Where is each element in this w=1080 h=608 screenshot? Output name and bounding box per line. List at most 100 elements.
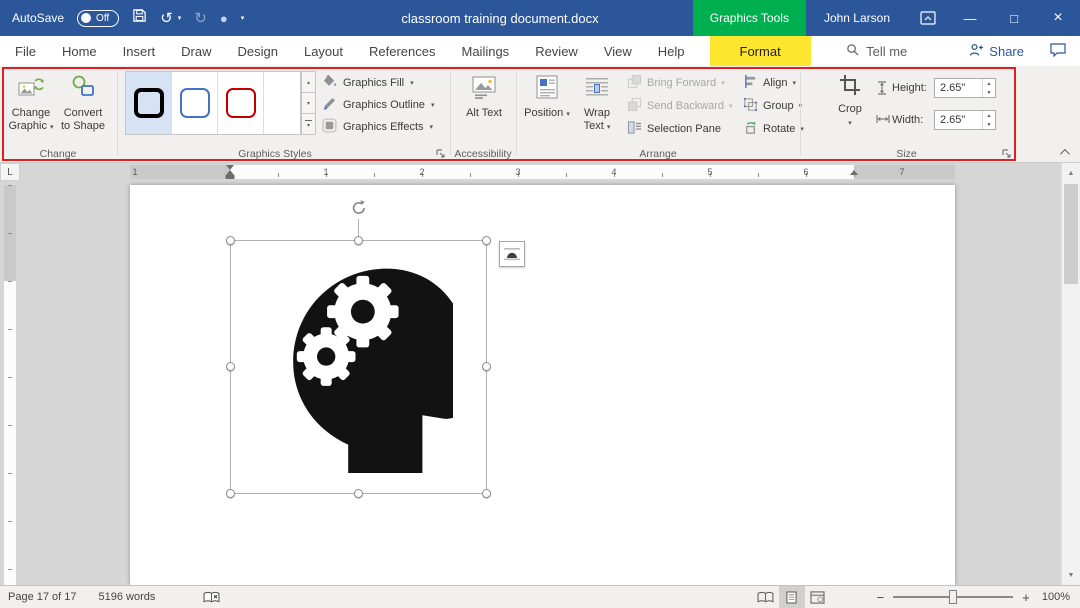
- width-spin-up-icon[interactable]: ▲: [983, 111, 995, 120]
- document-title: classroom training document.docx: [401, 11, 599, 26]
- zoom-slider-thumb[interactable]: [949, 590, 958, 604]
- rotate-button[interactable]: Rotate ▾: [740, 118, 807, 139]
- tell-me-button[interactable]: Tell me: [846, 43, 907, 59]
- collapse-ribbon-button[interactable]: [1052, 144, 1074, 161]
- contextual-tab-graphics-tools[interactable]: Graphics Tools: [692, 0, 806, 36]
- tab-review[interactable]: Review: [522, 36, 591, 66]
- gallery-scroll-up-button[interactable]: ▴: [301, 71, 316, 93]
- tab-home[interactable]: Home: [49, 36, 110, 66]
- crop-icon: [839, 74, 861, 100]
- graphics-style-thumbnail-2[interactable]: [172, 72, 218, 134]
- resize-handle-middle-left[interactable]: [226, 362, 235, 371]
- comments-icon[interactable]: [1050, 42, 1066, 60]
- gallery-more-button[interactable]: ▾: [301, 114, 316, 135]
- undo-icon[interactable]: ↺: [160, 11, 173, 26]
- scroll-up-icon[interactable]: ▲: [1062, 165, 1080, 181]
- scroll-down-icon[interactable]: ▼: [1062, 567, 1080, 583]
- web-layout-button[interactable]: [805, 586, 831, 608]
- right-indent-marker[interactable]: [850, 170, 858, 175]
- bring-forward-button[interactable]: Bring Forward ▾: [624, 72, 728, 93]
- minimize-button[interactable]: —: [948, 0, 992, 36]
- rotate-handle-icon[interactable]: [350, 199, 368, 217]
- change-graphic-button[interactable]: Change Graphic ▾: [6, 70, 56, 148]
- height-spin-down-icon[interactable]: ▼: [983, 88, 995, 97]
- crop-dropdown-icon: ▾: [848, 120, 852, 127]
- save-icon[interactable]: [132, 8, 147, 28]
- graphics-fill-button[interactable]: Graphics Fill ▾: [322, 72, 448, 93]
- user-name[interactable]: John Larson: [806, 11, 908, 25]
- tab-stop-selector[interactable]: L: [0, 163, 20, 181]
- zoom-level[interactable]: 100%: [1042, 591, 1070, 603]
- bring-forward-icon: [627, 74, 642, 92]
- tab-layout[interactable]: Layout: [291, 36, 356, 66]
- tab-draw[interactable]: Draw: [168, 36, 224, 66]
- resize-handle-bottom-middle[interactable]: [353, 489, 363, 498]
- page-indicator[interactable]: Page 17 of 17: [8, 591, 77, 603]
- graphics-styles-dialog-launcher-icon[interactable]: [434, 147, 447, 160]
- redo-icon[interactable]: ↻: [194, 11, 207, 26]
- width-spin-down-icon[interactable]: ▼: [983, 120, 995, 129]
- word-count[interactable]: 5196 words: [99, 591, 156, 603]
- resize-handle-top-left[interactable]: [226, 236, 235, 245]
- vertical-scrollbar[interactable]: ▲ ▼: [1061, 163, 1080, 585]
- alt-text-button[interactable]: Alt Text: [458, 70, 510, 148]
- undo-dropdown-icon[interactable]: ▾: [178, 14, 182, 22]
- tab-insert[interactable]: Insert: [110, 36, 169, 66]
- wrap-text-button[interactable]: Wrap Text ▾: [574, 70, 620, 148]
- touch-mode-icon[interactable]: ●: [220, 12, 228, 25]
- send-backward-button[interactable]: Send Backward ▾: [624, 95, 736, 116]
- resize-handle-bottom-left[interactable]: [226, 489, 235, 498]
- left-indent-marker[interactable]: [225, 175, 235, 179]
- read-mode-button[interactable]: [753, 586, 779, 608]
- tab-design[interactable]: Design: [225, 36, 291, 66]
- maximize-button[interactable]: □: [992, 0, 1036, 36]
- graphics-style-thumbnail-1[interactable]: [126, 72, 172, 134]
- head-gears-graphic[interactable]: [269, 253, 453, 473]
- gallery-scroll-down-button[interactable]: ▾: [301, 93, 316, 114]
- print-layout-button[interactable]: [778, 586, 805, 608]
- close-button[interactable]: ×: [1036, 0, 1080, 36]
- share-button[interactable]: Share: [969, 43, 1024, 60]
- zoom-slider[interactable]: [893, 590, 1014, 604]
- size-dialog-launcher-icon[interactable]: [1000, 147, 1013, 160]
- gallery-more-bar: [305, 119, 312, 121]
- graphics-effects-button[interactable]: Graphics Effects ▾: [322, 116, 448, 137]
- proofing-errors-icon[interactable]: [203, 591, 220, 604]
- tab-file[interactable]: File: [2, 36, 49, 66]
- align-button[interactable]: Align ▾: [740, 72, 799, 93]
- height-spin-up-icon[interactable]: ▲: [983, 79, 995, 88]
- customize-quick-access-toolbar-icon[interactable]: ▾: [241, 14, 245, 22]
- resize-handle-bottom-right[interactable]: [482, 489, 491, 498]
- scrollbar-thumb[interactable]: [1064, 184, 1078, 284]
- graphics-style-thumbnail-3[interactable]: [218, 72, 264, 134]
- group-divider: [117, 71, 118, 155]
- resize-handle-top-right[interactable]: [482, 236, 491, 245]
- graphic-selection-box[interactable]: [226, 200, 491, 498]
- ruler-number: 6: [803, 167, 809, 177]
- tab-format[interactable]: Format: [709, 36, 811, 66]
- style-black-outline-swatch: [133, 88, 164, 118]
- tab-help[interactable]: Help: [645, 36, 698, 66]
- tab-view[interactable]: View: [591, 36, 645, 66]
- resize-handle-middle-right[interactable]: [482, 362, 491, 371]
- group-button[interactable]: Group ▾: [740, 95, 805, 116]
- alt-text-icon: [471, 74, 497, 104]
- crop-button[interactable]: Crop ▾: [828, 70, 872, 148]
- position-label: Position: [524, 107, 564, 119]
- position-button[interactable]: Position ▾: [524, 70, 570, 148]
- tell-me-label: Tell me: [866, 43, 908, 59]
- position-dropdown-icon: ▾: [566, 111, 570, 118]
- selection-pane-button[interactable]: Selection Pane: [624, 118, 724, 139]
- layout-options-button[interactable]: [499, 241, 525, 267]
- graphics-outline-button[interactable]: Graphics Outline ▾: [322, 94, 448, 115]
- wrap-text-icon: [584, 74, 610, 104]
- ribbon-display-options-icon[interactable]: [908, 0, 948, 36]
- tab-references[interactable]: References: [356, 36, 448, 66]
- tab-mailings[interactable]: Mailings: [449, 36, 523, 66]
- zoom-out-button[interactable]: −: [873, 590, 889, 605]
- autosave-toggle[interactable]: Off: [77, 9, 120, 27]
- resize-handle-top-middle[interactable]: [353, 236, 363, 245]
- rotate-handle-stem: [358, 219, 359, 237]
- zoom-in-button[interactable]: +: [1018, 590, 1034, 605]
- convert-to-shape-button[interactable]: Convert to Shape: [58, 70, 108, 148]
